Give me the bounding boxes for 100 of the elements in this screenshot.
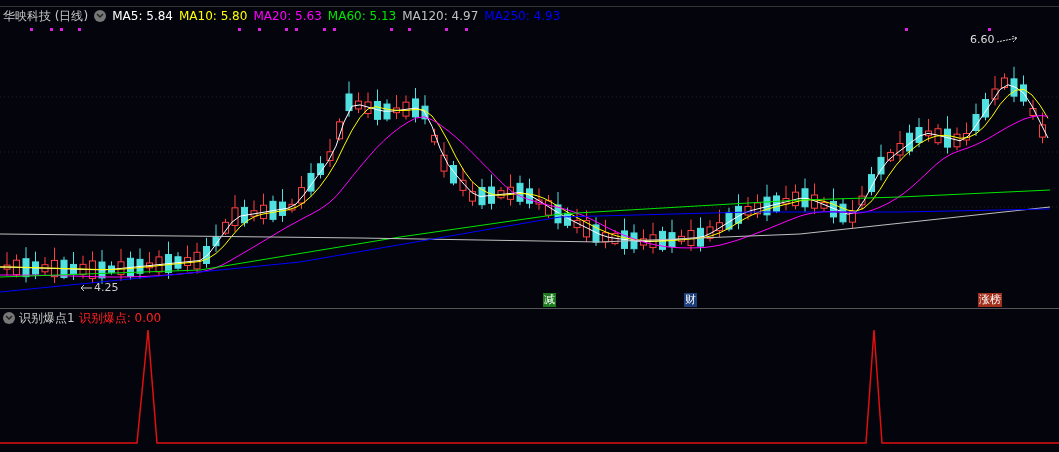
candlestick [231,194,239,233]
candlestick [1010,66,1018,103]
moving-average-value: MA60: 5.13 [327,9,397,22]
candlestick [830,187,837,224]
candlestick [906,124,913,156]
candlestick [849,199,856,229]
arrow-icon [996,36,1019,45]
candlestick [431,128,438,146]
candlestick [212,224,220,253]
candlestick [592,216,600,247]
indicator-title: 识别爆点1 [19,309,75,327]
candlestick [697,216,704,253]
candlestick [763,184,771,222]
candlestick [450,160,457,186]
candlestick [925,118,932,143]
collapse-toggle-icon[interactable] [3,311,15,324]
candlestick [915,117,923,148]
candlestick [868,166,875,196]
candlestick [393,94,400,120]
candlestick [801,178,809,213]
moving-average-value: MA120: 4.97 [402,9,479,22]
candlestick [336,117,343,142]
candlestick [108,260,115,276]
candlestick [564,207,571,229]
candlestick [402,94,410,120]
candlestick [583,209,590,243]
candlestick [117,248,125,282]
candlestick [488,174,495,210]
candlestick [326,138,334,168]
moving-average-value: MA5: 5.84 [112,9,173,22]
candlestick [184,245,191,273]
candlestick [260,193,267,225]
candlestick [811,182,818,215]
candlestick [744,196,752,221]
candlestick [70,251,77,281]
candlestick [412,87,419,123]
candlestick [611,229,619,246]
candlestick [877,144,885,181]
candlestick [982,92,989,121]
candlestick [355,92,362,114]
candlestick [820,196,828,212]
moving-average-value: MA250: 4.93 [484,9,561,22]
candlestick [269,195,277,223]
candlestick [687,219,695,252]
candlestick [98,249,106,285]
candlestick [146,251,153,274]
candlestick [459,167,467,197]
candlestick [649,222,657,255]
candlestick [545,194,552,219]
candlestick [1029,99,1037,121]
candlestick [51,247,58,284]
candlestick [659,226,666,253]
high-price-label: 6.60 [970,32,995,48]
candlestick [469,181,476,207]
candlestick [383,98,391,122]
candlestick [127,251,134,281]
candlestick [374,88,381,126]
candlestick [298,175,305,210]
candlestick [165,241,172,280]
candlestick [678,229,685,246]
candlestick [573,208,581,234]
candlestick [735,193,742,230]
candlestick [497,186,505,200]
event-tag: 财 [684,293,697,307]
candlestick [963,122,970,146]
candlestick [621,217,628,256]
candlestick [602,219,609,249]
candlestick [155,249,163,276]
candlestick [250,199,258,222]
candlestick [41,256,49,277]
candlestick [3,251,11,277]
candlestick [174,251,182,271]
candlestick [288,198,296,214]
collapse-toggle-icon[interactable] [94,9,107,22]
candlestick [440,141,448,179]
candlestick [1020,74,1027,107]
candlestick [773,191,780,214]
candlestick [89,251,96,284]
candlestick [526,178,533,209]
candlestick [1001,72,1008,91]
candlestick [754,193,761,219]
candlestick [1039,111,1046,144]
candlestick [858,185,866,211]
candlestick [716,209,723,238]
event-tag: 减 [543,293,556,307]
candlestick [193,242,201,275]
candlestick [203,237,210,269]
candlestick [60,256,68,280]
candlestick [317,155,324,179]
candlestick [554,191,562,230]
candlestick [421,94,429,125]
candlestick [535,187,543,211]
candlestick [241,199,248,228]
candlestick [972,103,980,137]
moving-average-value: MA20: 5.63 [253,9,322,22]
candlestick [668,219,676,254]
event-tag: 涨榜 [978,293,1002,307]
candlestick [934,123,942,146]
candlestick [32,251,39,280]
candlestick [345,81,353,118]
